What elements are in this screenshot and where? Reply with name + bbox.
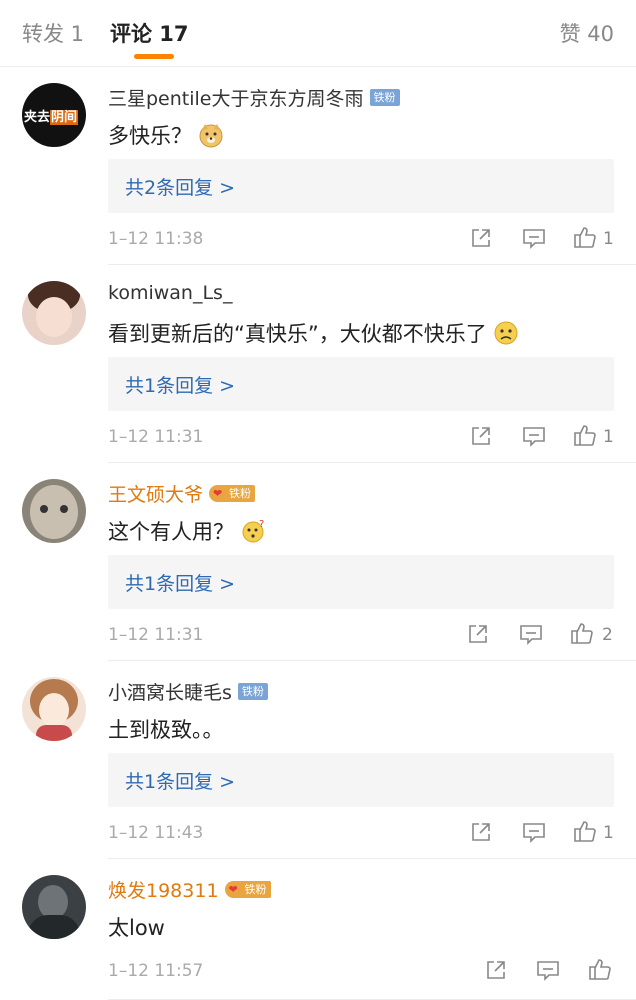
share-button[interactable] (470, 227, 492, 249)
like-button[interactable] (573, 819, 597, 843)
username[interactable]: 三星pentile大于京东方周冬雨 铁粉 (108, 84, 400, 111)
timestamp: 1–12 11:31 (108, 625, 204, 645)
comment-icon (537, 961, 559, 981)
avatar-text-highlight: 阴间 (50, 110, 79, 125)
username-text: 小酒窝长睫毛s (108, 682, 232, 704)
replies-button[interactable]: 共1条回复 > (108, 357, 614, 411)
comment-text: 这个有人用？? (108, 516, 266, 546)
avatar[interactable]: 夹去阴间 (22, 83, 86, 147)
avatar[interactable] (22, 479, 86, 543)
avatar[interactable] (22, 875, 86, 939)
like-button[interactable] (570, 621, 594, 645)
avatar[interactable] (22, 281, 86, 345)
timestamp: 1–12 11:57 (108, 961, 204, 981)
username[interactable]: komiwan_Ls_ (108, 282, 232, 304)
reply-button[interactable] (522, 227, 546, 249)
doge-emoji-icon (199, 124, 223, 148)
thumbs-up-icon (574, 821, 596, 842)
comment-icon (523, 229, 545, 249)
avatar-text: 夹去 (24, 110, 51, 125)
comment-text: 土到极致。。 (108, 714, 224, 744)
thumbs-up-icon (574, 425, 596, 446)
svg-text:?: ? (259, 519, 264, 530)
share-button[interactable] (470, 425, 492, 447)
username[interactable]: 小酒窝长睫毛s 铁粉 (108, 678, 268, 705)
reply-button[interactable] (522, 821, 546, 843)
replies-label: 共1条回复 > (125, 573, 236, 595)
comment-text-content: 土到极致。。 (108, 718, 224, 742)
comment-text: 多快乐？ (108, 120, 224, 150)
active-tab-indicator (134, 54, 174, 59)
thumbs-up-icon (589, 959, 611, 980)
comment-icon (523, 427, 545, 447)
comment-icon (520, 625, 542, 645)
username-text: 焕发198311 (108, 880, 219, 902)
comment-text-content: 多快乐？ (108, 124, 192, 148)
replies-button[interactable]: 共1条回复 > (108, 555, 614, 609)
share-button[interactable] (470, 821, 492, 843)
comment-tabs: 转发 1 评论 17 赞 40 (0, 0, 636, 67)
share-button[interactable] (485, 959, 507, 981)
like-button[interactable] (573, 423, 597, 447)
share-button[interactable] (467, 623, 489, 645)
fan-badge: 铁粉 (237, 683, 268, 700)
comment-text-content: 太low (108, 916, 165, 940)
replies-label: 共2条回复 > (125, 177, 236, 199)
replies-button[interactable]: 共1条回复 > (108, 753, 614, 807)
share-icon (472, 823, 490, 841)
username-text: 三星pentile大于京东方周冬雨 (108, 88, 364, 110)
replies-label: 共1条回复 > (125, 771, 236, 793)
timestamp: 1–12 11:38 (108, 229, 204, 249)
thumbs-up-icon (574, 227, 596, 248)
sad-face-emoji-icon (494, 321, 518, 345)
comment-icon (523, 823, 545, 843)
reply-button[interactable] (536, 959, 560, 981)
thumbs-up-icon (571, 623, 593, 644)
tab-comments[interactable]: 评论 17 (110, 18, 189, 48)
comment-text-content: 这个有人用？ (108, 520, 234, 544)
like-button[interactable] (588, 957, 612, 981)
share-icon (487, 961, 505, 979)
fan-badge: 铁粉 (209, 485, 256, 502)
timestamp: 1–12 11:31 (108, 427, 204, 447)
comment-item: 小酒窝长睫毛s 铁粉 土到极致。。 共1条回复 > 1–12 11:43 1 (0, 661, 636, 859)
username[interactable]: 王文硕大爷铁粉 (108, 480, 256, 507)
like-count: 1 (603, 823, 614, 843)
username-text: komiwan_Ls_ (108, 282, 233, 304)
comment-text: 看到更新后的“真快乐”，大伙都不快乐了 (108, 318, 519, 348)
fan-badge: 铁粉 (224, 881, 271, 898)
username-text: 王文硕大爷 (108, 484, 204, 506)
comment-item: 王文硕大爷铁粉 这个有人用？? 共1条回复 > 1–12 11:31 2 (0, 463, 636, 661)
share-icon (472, 427, 490, 445)
like-count: 1 (603, 229, 614, 249)
replies-label: 共1条回复 > (125, 375, 236, 397)
avatar[interactable] (22, 677, 86, 741)
reply-button[interactable] (519, 623, 543, 645)
comment-text: 太low (108, 912, 165, 942)
comment-item: 夹去阴间 三星pentile大于京东方周冬雨 铁粉 多快乐？ 共2条回复 > 1–… (0, 67, 636, 265)
comment-item: komiwan_Ls_ 看到更新后的“真快乐”，大伙都不快乐了 共1条回复 > … (0, 265, 636, 463)
thinking-face-emoji-icon: ? (242, 519, 264, 543)
reply-button[interactable] (522, 425, 546, 447)
like-count: 1 (603, 427, 614, 447)
like-button[interactable] (573, 225, 597, 249)
username[interactable]: 焕发198311 铁粉 (108, 876, 271, 903)
comment-item: 焕发198311 铁粉 太low 1–12 11:57 (0, 859, 636, 1000)
share-icon (469, 625, 487, 643)
fan-badge: 铁粉 (369, 89, 400, 106)
timestamp: 1–12 11:43 (108, 823, 204, 843)
comment-text-content: 看到更新后的“真快乐”，大伙都不快乐了 (108, 322, 487, 346)
tab-likes[interactable]: 赞 40 (560, 18, 614, 48)
share-icon (472, 229, 490, 247)
like-count: 2 (602, 625, 613, 645)
tab-repost[interactable]: 转发 1 (22, 18, 84, 48)
replies-button[interactable]: 共2条回复 > (108, 159, 614, 213)
